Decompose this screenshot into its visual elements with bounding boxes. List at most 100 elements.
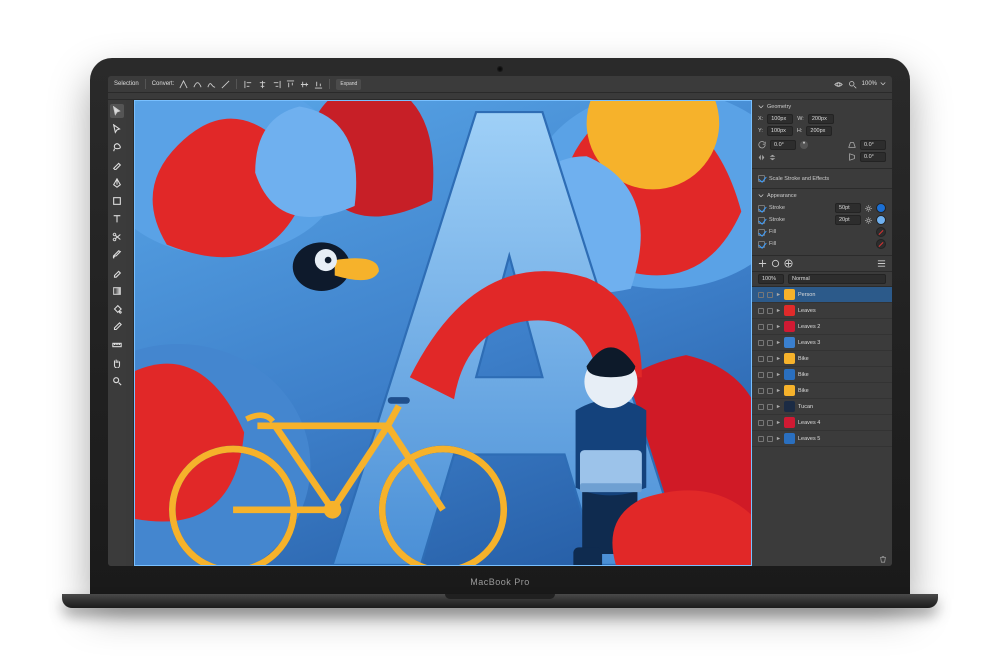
disclosure-triangle-icon[interactable]: [776, 356, 781, 361]
stroke-color-swatch[interactable]: [876, 203, 886, 213]
align-right-icon[interactable]: [271, 79, 281, 89]
gear-icon[interactable]: [865, 205, 872, 212]
shape-tool[interactable]: [110, 194, 124, 208]
layer-lock-checkbox[interactable]: [767, 372, 773, 378]
disclosure-triangle-icon[interactable]: [776, 308, 781, 313]
disclosure-triangle-icon[interactable]: [776, 404, 781, 409]
layer-row[interactable]: Leaves 5: [752, 431, 892, 447]
convert-line-icon[interactable]: [220, 79, 230, 89]
stroke-width-field[interactable]: 20pt: [835, 215, 861, 225]
layer-visibility-checkbox[interactable]: [758, 436, 764, 442]
layer-visibility-checkbox[interactable]: [758, 292, 764, 298]
text-tool[interactable]: [110, 212, 124, 226]
zoom-level[interactable]: 100%: [862, 81, 886, 87]
disclosure-triangle-icon[interactable]: [776, 436, 781, 441]
layer-visibility-checkbox[interactable]: [758, 388, 764, 394]
blend-mode-field[interactable]: Normal: [788, 274, 886, 284]
fill-tool[interactable]: [110, 302, 124, 316]
eyedropper-tool[interactable]: [110, 320, 124, 334]
skew-h-field[interactable]: 0.0°: [860, 140, 886, 150]
layer-lock-checkbox[interactable]: [767, 436, 773, 442]
panel-menu-icon[interactable]: [877, 259, 886, 268]
layer-lock-checkbox[interactable]: [767, 340, 773, 346]
layer-lock-checkbox[interactable]: [767, 404, 773, 410]
rotate-field[interactable]: 0.0°: [770, 140, 796, 150]
layer-lock-checkbox[interactable]: [767, 324, 773, 330]
convert-sharp-icon[interactable]: [178, 79, 188, 89]
zoom-tool[interactable]: [110, 374, 124, 388]
stroke-visible-checkbox[interactable]: [758, 217, 765, 224]
layer-row[interactable]: Tucan: [752, 399, 892, 415]
layer-lock-checkbox[interactable]: [767, 356, 773, 362]
layer-options-icon[interactable]: [771, 259, 780, 268]
layer-visibility-checkbox[interactable]: [758, 356, 764, 362]
stroke-visible-checkbox[interactable]: [758, 205, 765, 212]
canvas[interactable]: [134, 100, 752, 566]
expand-button[interactable]: Expand: [336, 79, 361, 90]
magnify-icon[interactable]: [848, 79, 858, 89]
stroke-width-field[interactable]: 50pt: [835, 203, 861, 213]
layer-visibility-checkbox[interactable]: [758, 404, 764, 410]
lasso-tool[interactable]: [110, 140, 124, 154]
flip-v-icon[interactable]: [769, 154, 776, 161]
layer-fx-icon[interactable]: [784, 259, 793, 268]
fill-visible-checkbox[interactable]: [758, 241, 765, 248]
w-field[interactable]: 200px: [808, 114, 834, 124]
disclosure-triangle-icon[interactable]: [776, 340, 781, 345]
disclosure-triangle-icon[interactable]: [776, 420, 781, 425]
chevron-down-icon[interactable]: [758, 193, 764, 199]
layer-visibility-checkbox[interactable]: [758, 340, 764, 346]
disclosure-triangle-icon[interactable]: [776, 324, 781, 329]
ruler-tool[interactable]: [110, 338, 124, 352]
x-field[interactable]: 100px: [767, 114, 793, 124]
flip-h-icon[interactable]: [758, 154, 765, 161]
pen-tool[interactable]: [110, 176, 124, 190]
layer-visibility-checkbox[interactable]: [758, 308, 764, 314]
scissors-tool[interactable]: [110, 230, 124, 244]
disclosure-triangle-icon[interactable]: [776, 372, 781, 377]
layer-row[interactable]: Bike: [752, 383, 892, 399]
selection-tool[interactable]: [110, 104, 124, 118]
visibility-icon[interactable]: [834, 79, 844, 89]
rotation-dial[interactable]: [800, 141, 808, 149]
path-edit-tool[interactable]: [110, 122, 124, 136]
gradient-tool[interactable]: [110, 284, 124, 298]
layer-row[interactable]: Leaves: [752, 303, 892, 319]
fill-color-swatch[interactable]: [876, 239, 886, 249]
layer-opacity-field[interactable]: 100%: [758, 274, 784, 284]
align-left-icon[interactable]: [243, 79, 253, 89]
skew-v-field[interactable]: 0.0°: [860, 152, 886, 162]
hand-tool[interactable]: [110, 356, 124, 370]
h-field[interactable]: 200px: [806, 126, 832, 136]
layer-lock-checkbox[interactable]: [767, 292, 773, 298]
layer-row[interactable]: Bike: [752, 367, 892, 383]
convert-smooth-icon[interactable]: [192, 79, 202, 89]
align-bottom-icon[interactable]: [313, 79, 323, 89]
trash-icon[interactable]: [879, 555, 887, 563]
knife-tool[interactable]: [110, 158, 124, 172]
layer-lock-checkbox[interactable]: [767, 308, 773, 314]
stroke-color-swatch[interactable]: [876, 215, 886, 225]
layer-row[interactable]: Person: [752, 287, 892, 303]
layer-row[interactable]: Leaves 2: [752, 319, 892, 335]
fill-color-swatch[interactable]: [876, 227, 886, 237]
gear-icon[interactable]: [865, 217, 872, 224]
align-center-v-icon[interactable]: [299, 79, 309, 89]
disclosure-triangle-icon[interactable]: [776, 388, 781, 393]
y-field[interactable]: 100px: [767, 126, 793, 136]
layer-row[interactable]: Bike: [752, 351, 892, 367]
convert-smart-icon[interactable]: [206, 79, 216, 89]
fill-visible-checkbox[interactable]: [758, 229, 765, 236]
scale-stroke-checkbox[interactable]: [758, 175, 765, 182]
align-center-h-icon[interactable]: [257, 79, 267, 89]
disclosure-triangle-icon[interactable]: [776, 292, 781, 297]
layer-visibility-checkbox[interactable]: [758, 324, 764, 330]
layer-visibility-checkbox[interactable]: [758, 372, 764, 378]
chevron-down-icon[interactable]: [758, 104, 764, 110]
layer-lock-checkbox[interactable]: [767, 388, 773, 394]
layer-row[interactable]: Leaves 4: [752, 415, 892, 431]
eraser-tool[interactable]: [110, 266, 124, 280]
add-layer-icon[interactable]: [758, 259, 767, 268]
layer-row[interactable]: Leaves 3: [752, 335, 892, 351]
brush-tool[interactable]: [110, 248, 124, 262]
